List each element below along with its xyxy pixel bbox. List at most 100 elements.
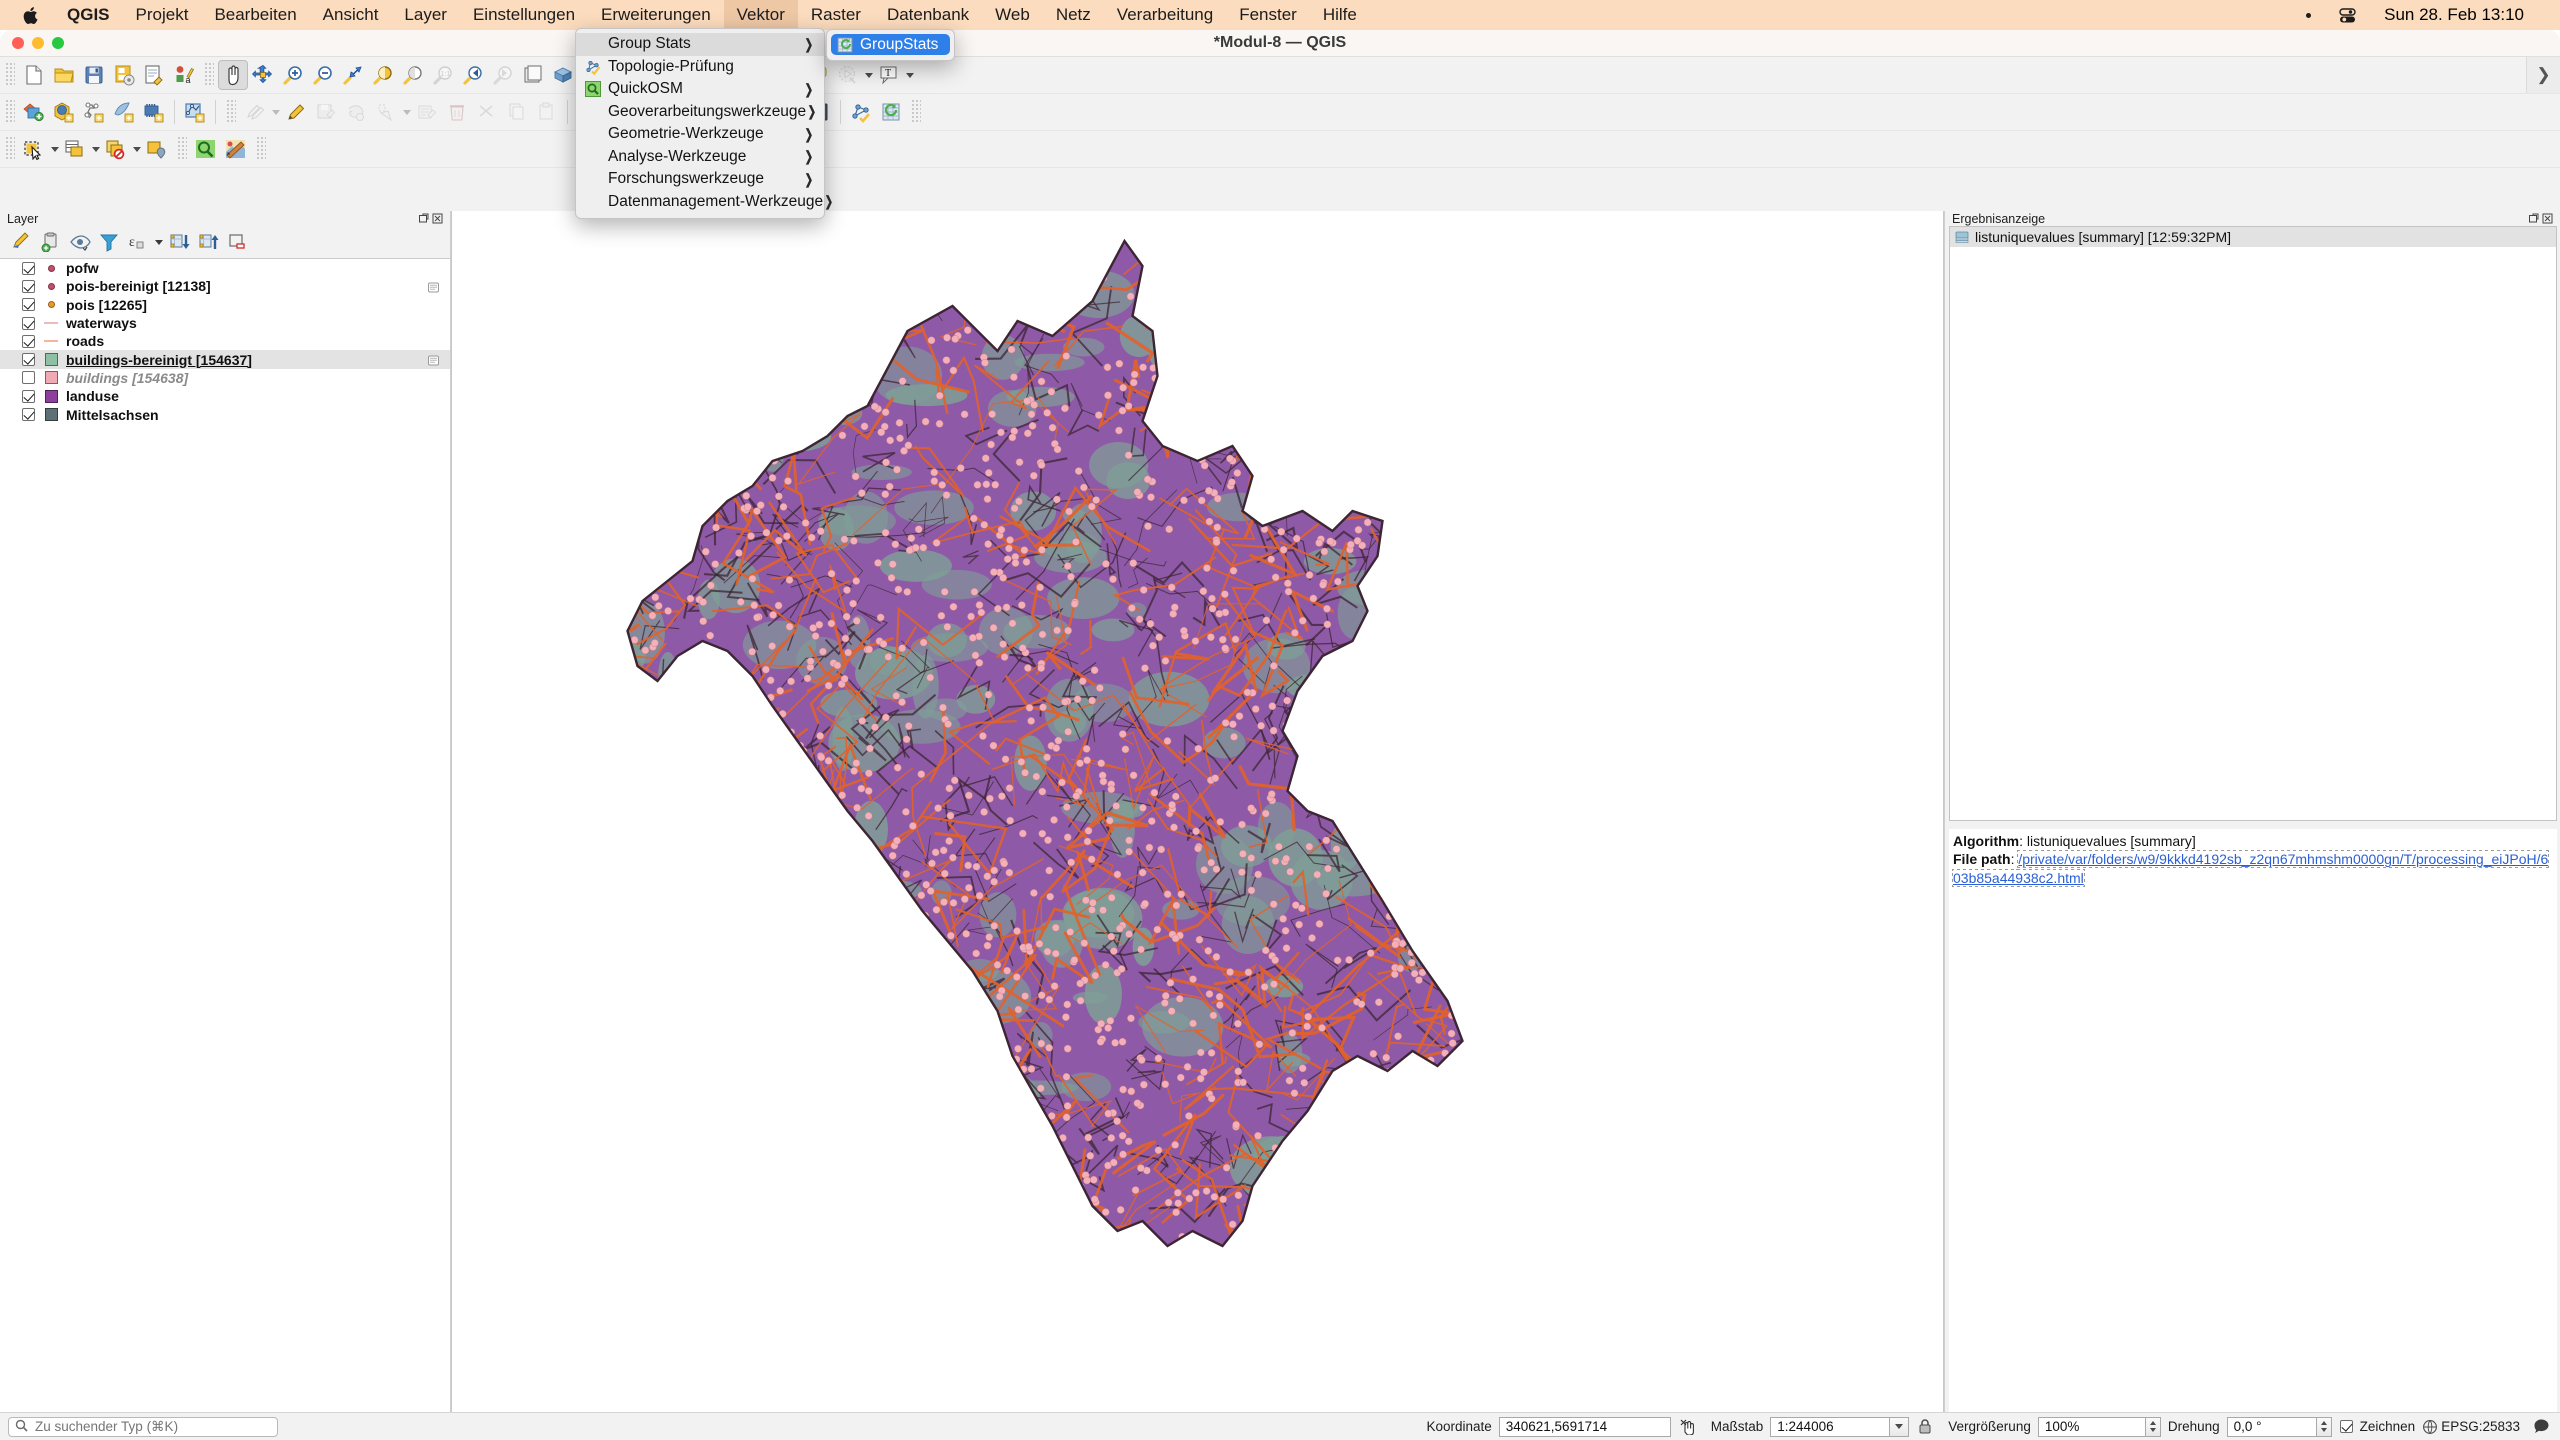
menu-hilfe[interactable]: Hilfe bbox=[1310, 0, 1370, 30]
map-canvas[interactable] bbox=[451, 211, 1944, 1440]
deselect-features-caret[interactable] bbox=[131, 134, 142, 164]
text-annotation-dropdown-caret[interactable] bbox=[904, 60, 915, 90]
open-project-button[interactable] bbox=[49, 60, 79, 90]
results-list[interactable]: listuniquevalues [summary] [12:59:32PM] bbox=[1949, 226, 2557, 821]
menu-item-geometrie-werkzeuge[interactable]: Geometrie-Werkzeuge ❯ bbox=[576, 123, 824, 146]
zoom-full-button[interactable] bbox=[338, 60, 368, 90]
crs-globe-icon[interactable] bbox=[2422, 1419, 2438, 1435]
layer-row[interactable]: Mittelsachsen bbox=[0, 405, 450, 423]
menu-projekt[interactable]: Projekt bbox=[123, 0, 202, 30]
rotation-spinbox[interactable]: 0,0 ° bbox=[2226, 1416, 2332, 1437]
layer-row[interactable]: pois-bereinigt [12138] bbox=[0, 277, 450, 295]
crs-label[interactable]: EPSG:25833 bbox=[2441, 1419, 2520, 1434]
locator-search[interactable] bbox=[8, 1416, 278, 1437]
scale-value[interactable]: 1:244006 bbox=[1770, 1416, 1891, 1437]
vertex-tool-caret[interactable] bbox=[401, 97, 412, 127]
toolbar-grip[interactable] bbox=[255, 137, 266, 161]
select-features-caret[interactable] bbox=[49, 134, 60, 164]
layer-visibility-checkbox[interactable] bbox=[22, 334, 35, 348]
add-feature-button[interactable] bbox=[341, 97, 371, 127]
layer-tree[interactable]: pofw pois-bereinigt [12138] pois [12265] wa… bbox=[0, 258, 450, 1440]
quickosm-button[interactable] bbox=[191, 134, 221, 164]
menu-item-group-stats[interactable]: Group Stats ❯ bbox=[576, 33, 824, 56]
toolbar-grip[interactable] bbox=[910, 100, 921, 124]
modify-attributes-button[interactable] bbox=[412, 97, 442, 127]
layer-visibility-checkbox[interactable] bbox=[22, 389, 35, 403]
layer-row[interactable]: waterways bbox=[0, 314, 450, 332]
menu-item-quickosm[interactable]: QuickOSM ❯ bbox=[576, 78, 824, 101]
rotation-value[interactable]: 0,0 ° bbox=[2226, 1416, 2317, 1437]
zoom-button[interactable] bbox=[52, 37, 64, 49]
vektor-dropdown-menu[interactable]: Group Stats ❯ Topologie-Prüfung QuickOSM ❯ Ge… bbox=[575, 28, 833, 219]
add-mesh-layer-button[interactable] bbox=[109, 97, 139, 127]
save-layer-edits-button[interactable] bbox=[311, 97, 341, 127]
apple-logo-icon[interactable] bbox=[0, 0, 54, 30]
menu-vektor[interactable]: Vektor bbox=[723, 0, 798, 30]
current-edits-button[interactable] bbox=[240, 97, 270, 127]
toggle-editing-button[interactable] bbox=[281, 97, 311, 127]
result-item[interactable]: listuniquevalues [summary] [12:59:32PM] bbox=[1950, 227, 2556, 247]
cut-features-button[interactable] bbox=[472, 97, 502, 127]
layer-row[interactable]: landuse bbox=[0, 387, 450, 405]
toolbar-grip[interactable] bbox=[176, 137, 187, 161]
epsilon-icon[interactable]: ε bbox=[124, 228, 152, 256]
add-delimited-text-layer-button[interactable] bbox=[139, 97, 169, 127]
menu-fenster[interactable]: Fenster bbox=[1226, 0, 1310, 30]
menu-bar-clock[interactable]: Sun 28. Feb 13:10 bbox=[2370, 5, 2538, 25]
temporal-dropdown-caret[interactable] bbox=[863, 60, 874, 90]
menu-layer[interactable]: Layer bbox=[391, 0, 460, 30]
select-by-value-caret[interactable] bbox=[90, 134, 101, 164]
search-input[interactable] bbox=[35, 1419, 271, 1434]
menu-erweiterungen[interactable]: Erweiterungen bbox=[588, 0, 724, 30]
toolbar-grip[interactable] bbox=[203, 63, 214, 87]
layer-filter-indicator-icon[interactable] bbox=[427, 353, 440, 366]
menu-netz[interactable]: Netz bbox=[1043, 0, 1104, 30]
filter-expression-caret[interactable] bbox=[153, 228, 165, 256]
remove-layer-button[interactable] bbox=[224, 228, 252, 256]
zoom-in-button[interactable] bbox=[278, 60, 308, 90]
zoom-last-button[interactable] bbox=[458, 60, 488, 90]
select-by-location-button[interactable] bbox=[142, 134, 172, 164]
select-features-button[interactable] bbox=[19, 134, 49, 164]
magnifier-spinbox[interactable]: 100% bbox=[2037, 1416, 2161, 1437]
expand-all-button[interactable] bbox=[166, 228, 194, 256]
menu-einstellungen[interactable]: Einstellungen bbox=[460, 0, 588, 30]
menu-item-analyse-werkzeuge[interactable]: Analyse-Werkzeuge ❯ bbox=[576, 146, 824, 169]
toolbar-overflow-button[interactable]: ❯ bbox=[2526, 57, 2560, 93]
eye-icon[interactable] bbox=[66, 228, 94, 256]
rotation-stepper[interactable] bbox=[2316, 1416, 2332, 1437]
zoom-next-button[interactable] bbox=[488, 60, 518, 90]
delete-selected-button[interactable] bbox=[442, 97, 472, 127]
toolbar-grip[interactable] bbox=[4, 137, 15, 161]
pan-to-selection-button[interactable] bbox=[248, 60, 278, 90]
undock-icon[interactable] bbox=[2528, 213, 2539, 224]
zoom-to-layer-button[interactable] bbox=[398, 60, 428, 90]
zoom-out-button[interactable] bbox=[308, 60, 338, 90]
menu-web[interactable]: Web bbox=[982, 0, 1043, 30]
layer-row[interactable]: pois [12265] bbox=[0, 296, 450, 314]
vertex-tool-button[interactable] bbox=[371, 97, 401, 127]
new-3d-view-button[interactable] bbox=[548, 60, 578, 90]
open-layer-styling-panel-button[interactable] bbox=[8, 228, 36, 256]
text-annotation-button[interactable]: T bbox=[874, 60, 904, 90]
copy-features-button[interactable] bbox=[502, 97, 532, 127]
render-checkbox[interactable] bbox=[2339, 1420, 2353, 1433]
scale-combo[interactable]: 1:244006 bbox=[1770, 1416, 1910, 1437]
group-stats-submenu[interactable]: GroupStats bbox=[826, 29, 956, 61]
toolbar-grip[interactable] bbox=[4, 100, 15, 124]
layer-row[interactable]: buildings-bereinigt [154637] bbox=[0, 350, 450, 369]
temporal-controller-button[interactable] bbox=[833, 60, 863, 90]
add-postgis-layer-button[interactable] bbox=[180, 97, 210, 127]
magnifier-stepper[interactable] bbox=[2145, 1416, 2161, 1437]
select-by-value-button[interactable] bbox=[60, 134, 90, 164]
pan-map-button[interactable] bbox=[218, 60, 248, 90]
close-button[interactable] bbox=[12, 37, 24, 49]
lock-icon[interactable] bbox=[1918, 1418, 1932, 1435]
menu-item-geoverarbeitungswerkzeuge[interactable]: Geoverarbeitungswerkzeuge ❯ bbox=[576, 101, 824, 124]
menu-item-forschungswerkzeuge[interactable]: Forschungswerkzeuge ❯ bbox=[576, 168, 824, 191]
toolbar-grip[interactable] bbox=[225, 100, 236, 124]
close-icon[interactable] bbox=[432, 213, 443, 224]
menu-qgis[interactable]: QGIS bbox=[54, 0, 123, 30]
save-project-as-button[interactable] bbox=[109, 60, 139, 90]
filter-icon[interactable] bbox=[95, 228, 123, 256]
